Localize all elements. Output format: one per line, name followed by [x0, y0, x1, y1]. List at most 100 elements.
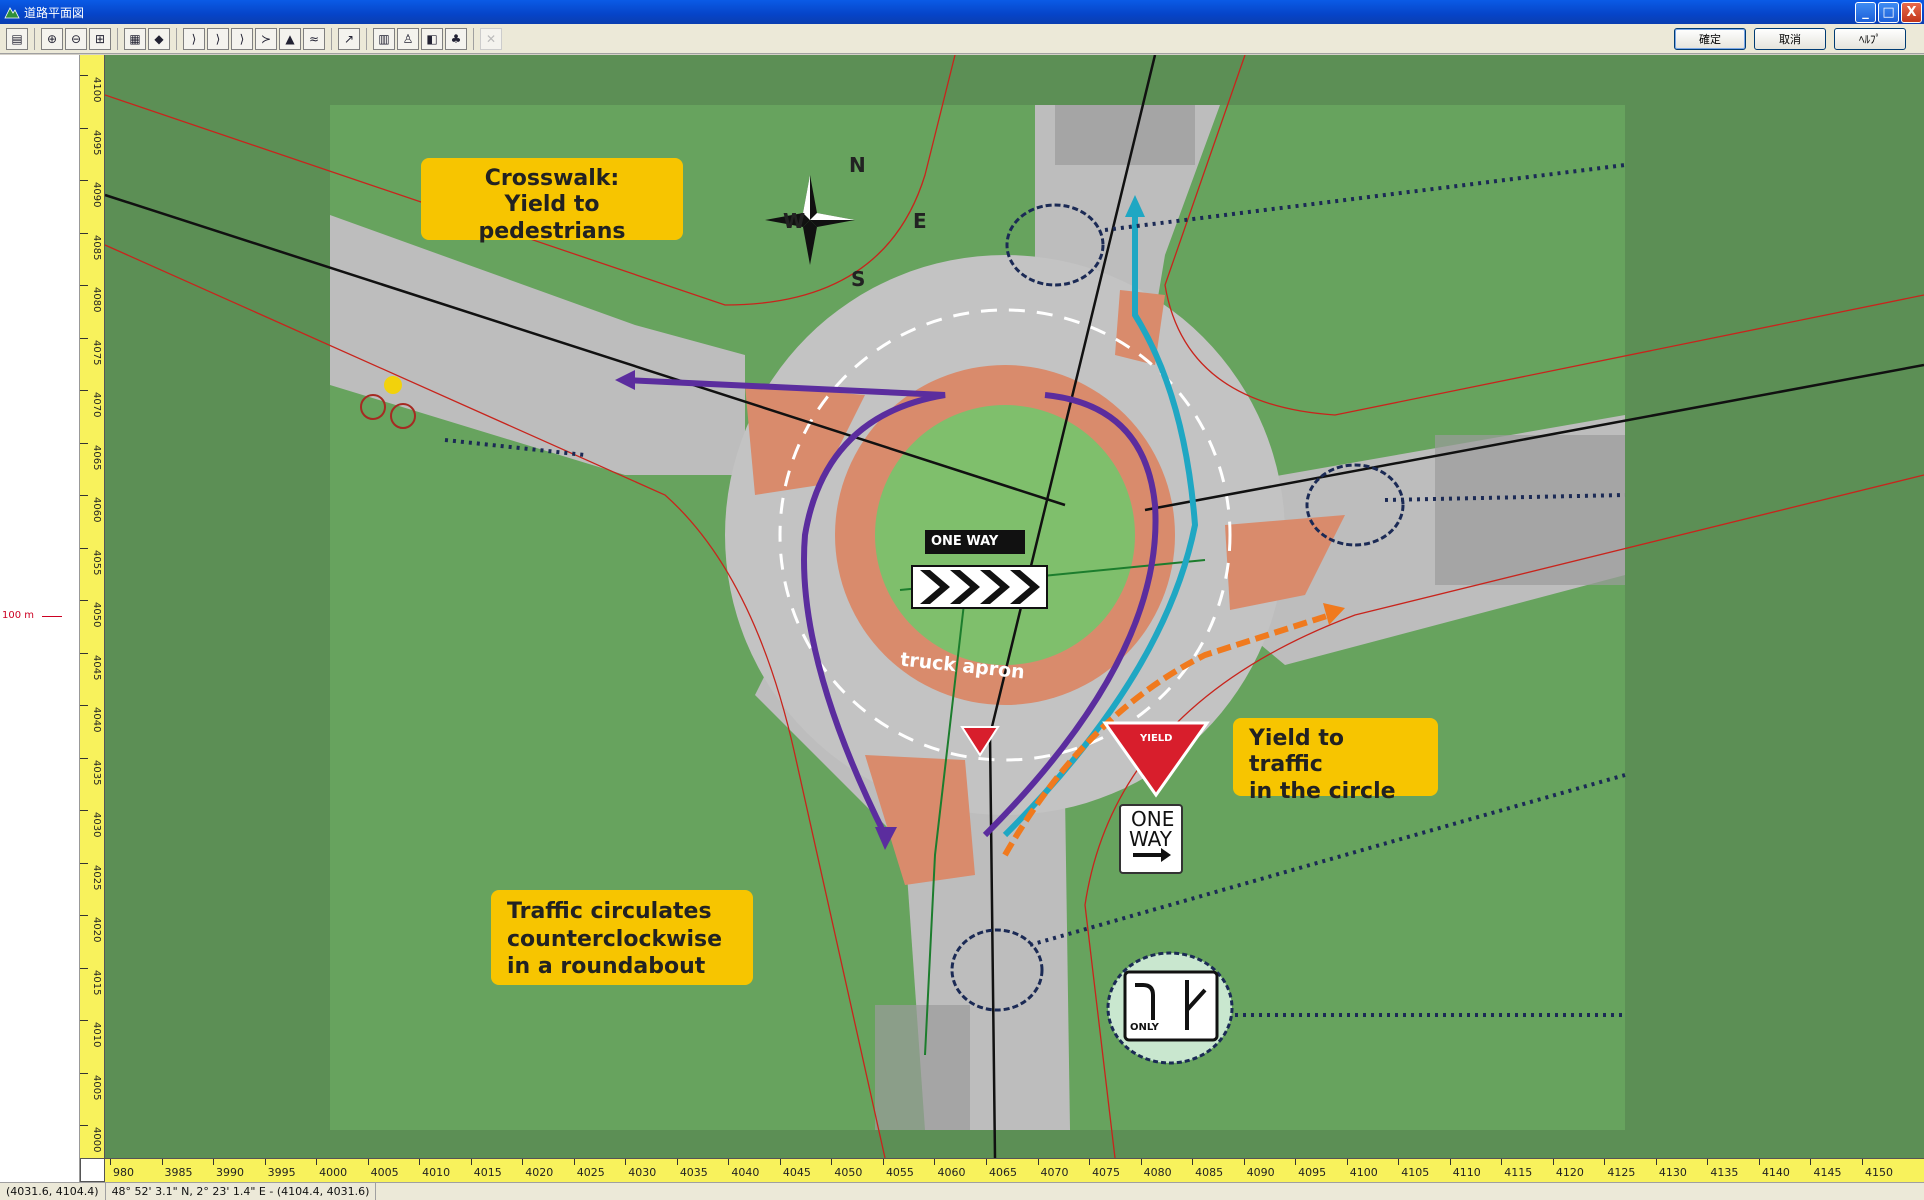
- ruler-tick: [470, 1159, 472, 1165]
- delete-icon[interactable]: ✕: [480, 27, 502, 50]
- line-tool-3-icon[interactable]: ⟩: [231, 27, 253, 50]
- crosswalk-callout: Crosswalk: Yield to pedestrians: [421, 158, 683, 244]
- ruler-tick: [728, 1159, 730, 1165]
- ruler-label-x: 4080: [1143, 1166, 1172, 1179]
- ruler-label-x: 4120: [1555, 1166, 1584, 1179]
- east-sidewalk-block: [1435, 435, 1625, 585]
- ruler-tick: [110, 1159, 111, 1165]
- ruler-label-y: 4035: [91, 759, 102, 786]
- ruler-label-x: 4105: [1401, 1166, 1430, 1179]
- ruler-label-x: 4140: [1761, 1166, 1790, 1179]
- ruler-tick: [1604, 1159, 1606, 1165]
- minimize-button[interactable]: _: [1855, 2, 1876, 23]
- ruler-label-y: 4030: [91, 812, 102, 838]
- zoom-extent-icon[interactable]: ⊞: [89, 27, 111, 50]
- ruler-label-y: 4095: [91, 129, 102, 155]
- horizontal-ruler[interactable]: 980 3985 3990 3995 4000 4005 4010 4015 4020 4025 4…: [105, 1158, 1924, 1182]
- tree-icon[interactable]: ♣: [445, 27, 467, 50]
- ruler-label-x: 4070: [1040, 1166, 1069, 1179]
- ruler-tick: [213, 1159, 215, 1165]
- compass-east-label: E: [913, 209, 927, 233]
- ruler-tick: [831, 1159, 833, 1165]
- layer-icon[interactable]: ◧: [421, 27, 443, 50]
- ruler-tick: [80, 1020, 88, 1022]
- ruler-label-x: 4095: [1298, 1166, 1327, 1179]
- ruler-tick: [80, 705, 88, 707]
- ruler-label-x: 980: [113, 1166, 134, 1179]
- measure-icon[interactable]: ↗: [338, 27, 360, 50]
- ruler-tick: [80, 547, 88, 549]
- ruler-tick: [1810, 1159, 1812, 1165]
- ruler-label-x: 4045: [782, 1166, 811, 1179]
- maximize-button[interactable]: □: [1878, 2, 1899, 23]
- ruler-tick: [80, 967, 88, 969]
- water-icon[interactable]: ≈: [303, 27, 325, 50]
- ruler-tick: [573, 1159, 575, 1165]
- ruler-tick: [80, 127, 88, 129]
- center-one-way-text: ONE WAY: [931, 534, 999, 549]
- ruler-tick: [80, 862, 88, 864]
- ruler-label-y: 4100: [91, 77, 102, 103]
- ruler-tick: [522, 1159, 524, 1165]
- ruler-label-x: 4055: [885, 1166, 914, 1179]
- ruler-corner: [80, 1158, 105, 1182]
- ruler-tick: [1862, 1159, 1863, 1165]
- line-tool-1-icon[interactable]: ⟩: [183, 27, 205, 50]
- zoom-out-icon[interactable]: ⊖: [65, 27, 87, 50]
- ruler-label-x: 4075: [1092, 1166, 1121, 1179]
- ruler-tick: [625, 1159, 627, 1165]
- ruler-label-x: 4025: [576, 1166, 605, 1179]
- ruler-tick: [80, 810, 88, 812]
- lane-only-text: ONLY: [1130, 1022, 1159, 1033]
- ruler-label-x: 4020: [525, 1166, 554, 1179]
- ruler-tick: [779, 1159, 781, 1165]
- ruler-label-x: 4030: [628, 1166, 657, 1179]
- ruler-tick: [80, 757, 88, 759]
- one-way-line2: WAY: [1129, 827, 1173, 851]
- ruler-label-y: 4005: [91, 1074, 102, 1101]
- ruler-tick: [80, 390, 88, 392]
- sign-icon[interactable]: ◆: [148, 27, 170, 50]
- person-icon[interactable]: ♙: [397, 27, 419, 50]
- ruler-label-x: 4090: [1246, 1166, 1275, 1179]
- ruler-label-y: 4080: [91, 287, 102, 313]
- status-geo: 48° 52' 3.1" N, 2° 23' 1.4" E - (4104.4,…: [106, 1183, 377, 1200]
- zoom-in-icon[interactable]: ⊕: [41, 27, 63, 50]
- terrain-icon[interactable]: ▲: [279, 27, 301, 50]
- close-button[interactable]: X: [1901, 2, 1922, 23]
- yield-callout: Yield to traffic in the circle: [1233, 718, 1438, 804]
- ruler-label-y: 4020: [91, 917, 102, 943]
- ruler-label-y: 4090: [91, 182, 102, 208]
- ruler-tick: [80, 1125, 88, 1127]
- north-sidewalk-block: [1055, 105, 1195, 165]
- branch-tool-icon[interactable]: ≻: [255, 27, 277, 50]
- map-drawing: [105, 55, 1924, 1158]
- ruler-label-x: 4065: [989, 1166, 1017, 1179]
- ruler-label-y: 4065: [91, 444, 102, 471]
- ruler-tick: [161, 1159, 163, 1165]
- ruler-label-x: 4010: [422, 1166, 451, 1179]
- confirm-button[interactable]: 確定: [1674, 28, 1746, 50]
- grid-icon[interactable]: ▥: [373, 27, 395, 50]
- title-bar[interactable]: 道路平面図 _ □ X: [0, 0, 1924, 24]
- map-canvas[interactable]: N S W E Crosswalk: Yield to pedestrians …: [105, 55, 1924, 1158]
- ruler-label-x: 4005: [370, 1166, 399, 1179]
- ruler-label-y: 4070: [91, 392, 102, 418]
- cancel-button[interactable]: 取消: [1754, 28, 1826, 50]
- properties-icon[interactable]: ▦: [124, 27, 146, 50]
- ruler-label-x: 4100: [1349, 1166, 1378, 1179]
- status-coords: (4031.6, 4104.4): [0, 1183, 106, 1200]
- ruler-tick: [80, 915, 88, 917]
- ruler-tick: [80, 600, 88, 602]
- ruler-label-y: 4025: [91, 864, 102, 891]
- vertical-ruler[interactable]: 4100 4095 4090 4085 4080 4075 4070 4065 4060 4055…: [80, 55, 105, 1158]
- ruler-label-x: 3985: [164, 1166, 193, 1179]
- ruler-tick: [1758, 1159, 1760, 1165]
- help-button[interactable]: ﾍﾙﾌﾟ: [1834, 28, 1906, 50]
- toolbar: ▤ ⊕ ⊖ ⊞ ▦ ◆ ⟩ ⟩ ⟩ ≻ ▲ ≈ ↗ ▥ ♙ ◧ ♣ ✕ 確定 取消 ﾍﾙﾌﾟ: [0, 24, 1924, 54]
- chevron-sign: [911, 565, 1048, 609]
- ruler-tick: [80, 1072, 88, 1074]
- open-file-icon[interactable]: ▤: [6, 27, 28, 50]
- line-tool-2-icon[interactable]: ⟩: [207, 27, 229, 50]
- ruler-label-x: 4115: [1504, 1166, 1533, 1179]
